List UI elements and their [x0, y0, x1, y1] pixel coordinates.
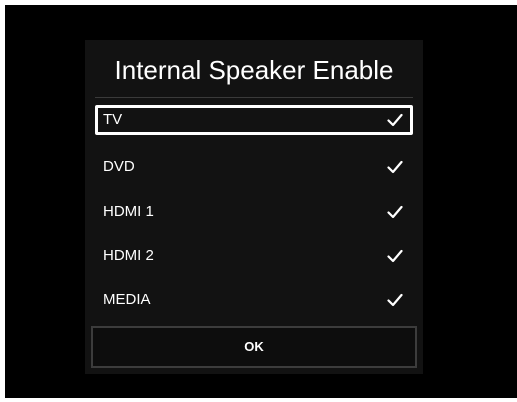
- check-icon: [387, 160, 403, 174]
- option-tv[interactable]: TV: [95, 105, 413, 135]
- ok-button[interactable]: OK: [91, 326, 417, 368]
- check-icon: [387, 249, 403, 263]
- check-icon: [387, 113, 403, 127]
- option-label: HDMI 1: [103, 203, 154, 220]
- option-hdmi-1[interactable]: HDMI 1: [95, 197, 413, 227]
- check-icon: [387, 293, 403, 307]
- option-label: HDMI 2: [103, 247, 154, 264]
- option-dvd[interactable]: DVD: [95, 152, 413, 182]
- option-label: MEDIA: [103, 291, 151, 308]
- option-label: DVD: [103, 158, 135, 175]
- internal-speaker-dialog: Internal Speaker Enable TV DVD HDMI 1 HD…: [85, 40, 423, 374]
- option-hdmi-2[interactable]: HDMI 2: [95, 241, 413, 271]
- tv-screen: Internal Speaker Enable TV DVD HDMI 1 HD…: [5, 5, 517, 398]
- dialog-title: Internal Speaker Enable: [114, 55, 394, 85]
- option-label: TV: [103, 111, 123, 128]
- title-divider: [95, 97, 413, 98]
- check-icon: [387, 205, 403, 219]
- option-media[interactable]: MEDIA: [95, 285, 413, 315]
